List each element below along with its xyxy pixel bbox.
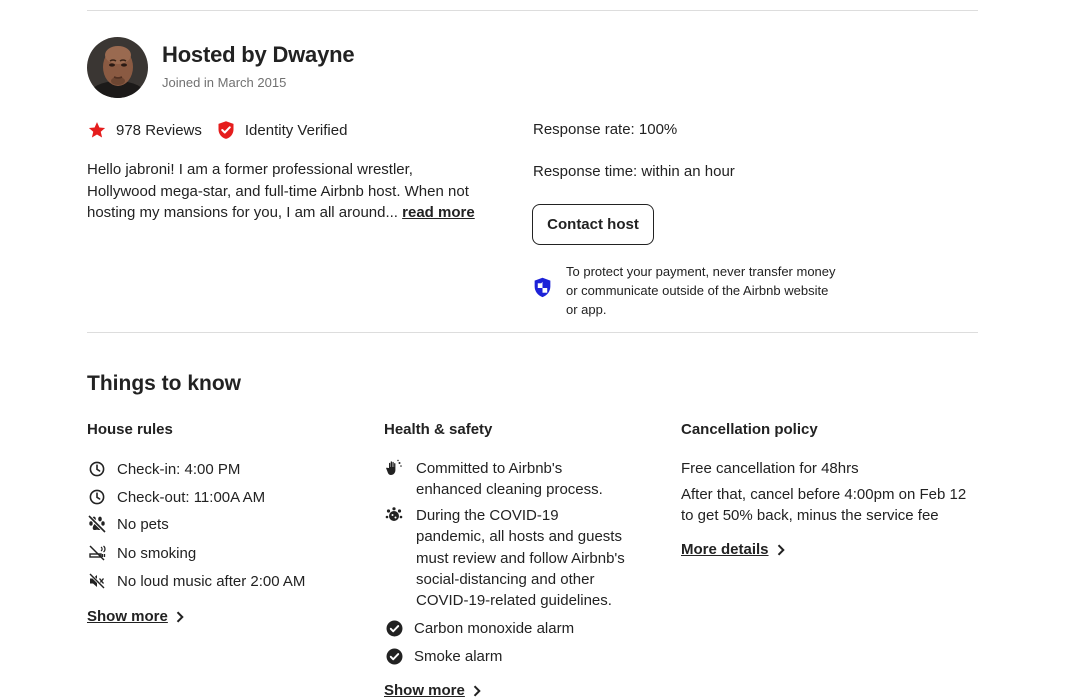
house-rules-title: House rules [87,421,173,438]
cancellation-free-period: Free cancellation for 48hrs [681,460,859,477]
house-rule-label: No smoking [117,544,197,562]
health-safety-show-more[interactable]: Show more [384,682,483,697]
clock-icon [87,459,107,479]
house-rules-show-more[interactable]: Show more [87,608,186,625]
things-to-know-title: Things to know [87,372,241,395]
top-divider [87,10,978,11]
host-avatar[interactable] [87,37,148,98]
clock-icon [87,487,107,507]
no-music-icon [87,571,107,591]
host-joined-date: Joined in March 2015 [162,75,287,90]
covid-icon [384,505,404,525]
no-pets-icon [87,514,107,534]
section-divider [87,332,978,333]
read-more-link[interactable]: read more [402,204,475,221]
health-safety-title: Health & safety [384,421,493,438]
house-rule-label: Check-out: 11:00A AM [117,488,266,506]
health-safety-label: Smoke alarm [414,648,503,665]
host-title: Hosted by Dwayne [162,42,355,67]
host-badges: 978 Reviews Identity Verified [87,119,347,141]
health-safety-item: Committed to Airbnb's enhanced cleaning … [384,458,621,501]
house-rule-item: No loud music after 2:00 AM [87,571,305,591]
chevron-right-icon [777,543,787,556]
check-circle-icon [384,618,404,638]
no-smoking-icon [87,543,107,563]
contact-host-button[interactable]: Contact host [532,204,654,245]
house-rule-label: No pets [117,515,169,533]
health-safety-item: Smoke alarm [384,646,502,667]
health-safety-label: Carbon monoxide alarm [414,620,575,637]
health-safety-item: During the COVID-19 pandemic, all hosts … [384,505,628,611]
health-safety-label: During the COVID-19 pandemic, all hosts … [416,507,625,610]
show-more-label: Show more [87,608,168,625]
house-rule-item: Check-in: 4:00 PM [87,459,240,479]
payment-shield-icon [533,277,552,304]
cleaning-hand-icon [384,458,404,478]
house-rule-item: No pets [87,514,169,534]
cancellation-details: After that, cancel before 4:00pm on Feb … [681,486,967,525]
chevron-right-icon [473,684,483,697]
more-details-label: More details [681,541,769,558]
house-rule-item: No smoking [87,543,196,563]
house-rule-label: No loud music after 2:00 AM [117,572,306,590]
more-details-link[interactable]: More details [681,541,787,558]
response-rate: Response rate: 100% [533,121,678,138]
identity-verified-label: Identity Verified [244,121,348,139]
host-bio: Hello jabroni! I am a former professiona… [87,159,482,224]
reviews-count[interactable]: 978 Reviews [116,122,202,139]
verified-shield-icon [216,120,236,140]
cancellation-policy-title: Cancellation policy [681,421,818,438]
chevron-right-icon [176,610,186,623]
response-time: Response time: within an hour [533,163,735,180]
house-rule-label: Check-in: 4:00 PM [117,460,241,478]
house-rule-item: Check-out: 11:00A AM [87,487,265,507]
star-icon [87,120,107,140]
payment-protection-note: To protect your payment, never transfer … [533,262,836,319]
show-more-label: Show more [384,682,465,697]
check-circle-icon [384,646,404,666]
health-safety-label: Committed to Airbnb's enhanced cleaning … [416,460,603,499]
health-safety-item: Carbon monoxide alarm [384,618,574,639]
payment-note-text: To protect your payment, never transfer … [566,264,836,317]
